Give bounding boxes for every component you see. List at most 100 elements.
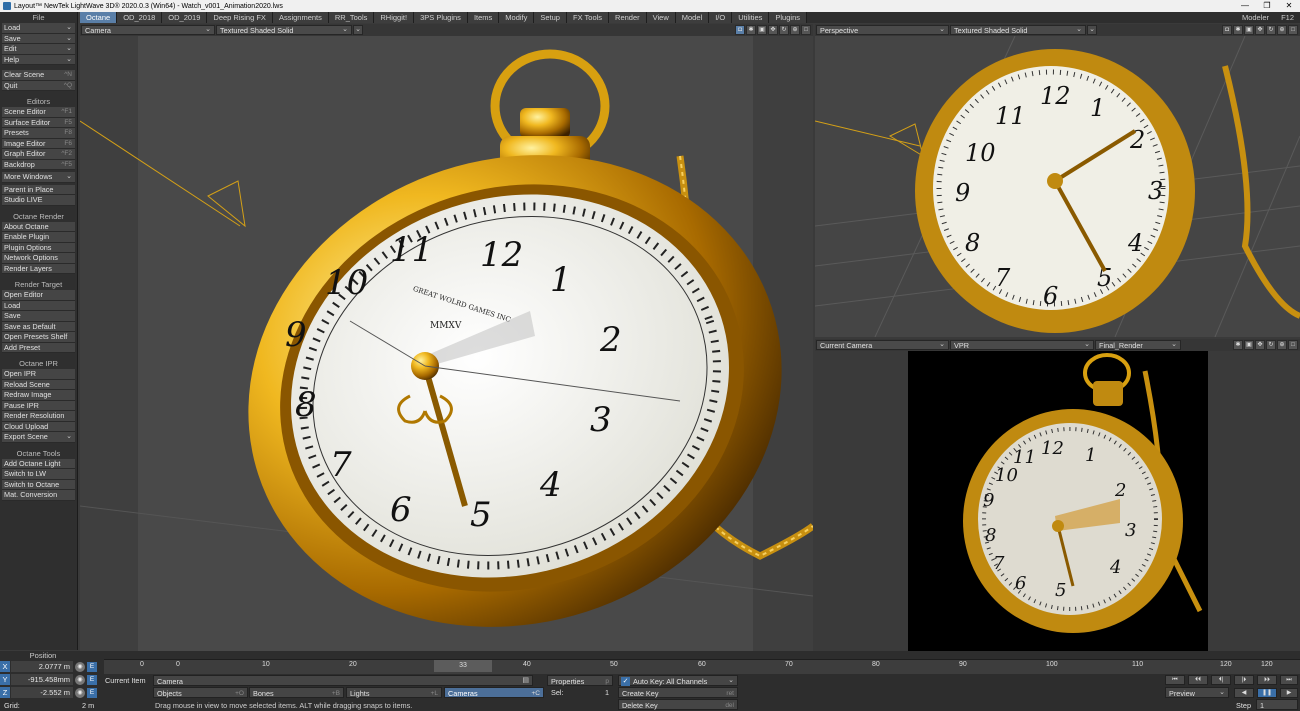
previous-key-icon[interactable]: ⏴⏴ <box>1188 675 1208 685</box>
preview-select[interactable]: Preview ⌄ <box>1165 687 1229 698</box>
modeler-label[interactable]: Modeler <box>1236 12 1275 23</box>
render-resolution-button[interactable]: Render Resolution <box>2 411 75 422</box>
tab-io[interactable]: I/O <box>709 12 733 23</box>
create-key-button[interactable]: Create Key ret <box>618 687 738 698</box>
move-icon[interactable]: ✥ <box>1255 340 1265 350</box>
lights-button[interactable]: Lights +L <box>346 687 442 698</box>
save-as-default-button[interactable]: Save as Default <box>2 321 75 332</box>
y-channel-toggle-icon[interactable]: ◉ <box>75 674 85 685</box>
tab-utilities[interactable]: Utilities <box>732 12 770 23</box>
rotate-icon[interactable]: ↻ <box>779 25 789 35</box>
save-menu-button[interactable]: Save ⌄ <box>2 33 75 44</box>
tab-od-2018[interactable]: OD_2018 <box>117 12 163 23</box>
y-envelope-button[interactable]: E <box>87 674 97 685</box>
tab-od-2019[interactable]: OD_2019 <box>162 12 208 23</box>
timeline-scrubber[interactable]: 0 0 10 20 30 40 50 60 70 80 90 100 110 1… <box>104 659 1300 674</box>
switch-to-lw-button[interactable]: Switch to LW <box>2 469 75 480</box>
edit-menu-button[interactable]: Edit ⌄ <box>2 44 75 55</box>
next-frame-icon[interactable]: |⏵ <box>1234 675 1254 685</box>
about-octane-button[interactable]: About Octane <box>2 221 75 232</box>
close-button[interactable]: ✕ <box>1278 0 1300 12</box>
zoom-icon[interactable]: ⊕ <box>1277 340 1287 350</box>
tab-model[interactable]: Model <box>675 12 710 23</box>
viewport-options-button[interactable]: ⌄ <box>1087 25 1097 35</box>
studio-live-button[interactable]: Studio LIVE <box>2 195 75 206</box>
zoom-icon[interactable]: ⊕ <box>1277 25 1287 35</box>
cloud-upload-button[interactable]: Cloud Upload <box>2 421 75 432</box>
quit-button[interactable]: Quit ^Q <box>2 80 75 91</box>
rotate-icon[interactable]: ↻ <box>1266 25 1276 35</box>
clear-scene-button[interactable]: Clear Scene ^N <box>2 70 75 81</box>
rt-save-button[interactable]: Save <box>2 311 75 322</box>
x-envelope-button[interactable]: E <box>87 661 97 672</box>
redraw-image-button[interactable]: Redraw Image <box>2 390 75 401</box>
shading-mode-select[interactable]: Textured Shaded Solid ⌄ <box>216 25 352 35</box>
play-reverse-icon[interactable]: ◀ <box>1234 688 1254 698</box>
current-item-select[interactable]: Camera ▤ <box>153 675 533 686</box>
zoom-icon[interactable]: ⊕ <box>790 25 800 35</box>
network-options-button[interactable]: Network Options <box>2 253 75 264</box>
properties-button[interactable]: Properties p <box>547 675 613 686</box>
tab-plugins[interactable]: Plugins <box>769 12 807 23</box>
camera-viewport[interactable]: Camera ⌄ Textured Shaded Solid ⌄ ⌄ ◘ ✱ ▣ ✥… <box>80 24 813 651</box>
rotate-icon[interactable]: ↻ <box>1266 340 1276 350</box>
tab-view[interactable]: View <box>646 12 676 23</box>
add-preset-button[interactable]: Add Preset <box>2 342 75 353</box>
plugin-options-button[interactable]: Plugin Options <box>2 242 75 253</box>
restore-button[interactable]: ❐ <box>1256 0 1278 12</box>
minimize-button[interactable]: — <box>1234 0 1256 12</box>
vpr-render-canvas[interactable]: 12 1 2 3 4 5 6 7 8 9 10 11 <box>815 351 1300 651</box>
position-z-field[interactable]: -2.552 m <box>11 687 73 698</box>
camera-icon[interactable]: ◘ <box>1222 25 1232 35</box>
perspective-viewport-canvas[interactable]: 12 1 2 3 4 5 6 7 8 9 10 11 <box>815 35 1300 337</box>
tab-octane[interactable]: Octane <box>80 12 118 23</box>
view-type-select[interactable]: Perspective ⌄ <box>816 25 949 35</box>
gear-icon[interactable]: ✱ <box>1233 25 1243 35</box>
z-channel-toggle-icon[interactable]: ◉ <box>75 687 85 698</box>
tab-setup[interactable]: Setup <box>534 12 567 23</box>
open-editor-button[interactable]: Open Editor <box>2 290 75 301</box>
enable-plugin-button[interactable]: Enable Plugin <box>2 232 75 243</box>
mat-conversion-button[interactable]: Mat. Conversion <box>2 490 75 501</box>
save-icon[interactable]: ▣ <box>1244 340 1254 350</box>
tab-rr-tools[interactable]: RR_Tools <box>328 12 375 23</box>
view-type-select[interactable]: Current Camera ⌄ <box>816 340 949 350</box>
timeline-end-frame[interactable]: 120 <box>1261 661 1273 668</box>
perspective-viewport[interactable]: Perspective ⌄ Textured Shaded Solid ⌄ ⌄ ◘ … <box>815 24 1300 337</box>
camera-icon[interactable]: ◘ <box>735 25 745 35</box>
go-to-end-icon[interactable]: ⏭ <box>1280 675 1298 685</box>
bones-button[interactable]: Bones +B <box>249 687 344 698</box>
move-icon[interactable]: ✥ <box>768 25 778 35</box>
shading-mode-select[interactable]: Textured Shaded Solid ⌄ <box>950 25 1086 35</box>
more-windows-button[interactable]: More Windows ⌄ <box>2 172 75 183</box>
maximize-icon[interactable]: □ <box>1288 340 1298 350</box>
open-presets-shelf-button[interactable]: Open Presets Shelf <box>2 332 75 343</box>
tab-deep-rising-fx[interactable]: Deep Rising FX <box>207 12 273 23</box>
tab-modify[interactable]: Modify <box>499 12 535 23</box>
current-frame-slider[interactable]: 33 <box>434 660 492 672</box>
render-layers-button[interactable]: Render Layers <box>2 263 75 274</box>
image-editor-button[interactable]: Image Editor F6 <box>2 138 75 149</box>
backdrop-button[interactable]: Backdrop ^F5 <box>2 159 75 170</box>
tab-rhiggit[interactable]: RHiggit! <box>374 12 415 23</box>
move-icon[interactable]: ✥ <box>1255 25 1265 35</box>
vpr-render-viewport[interactable]: Current Camera ⌄ VPR ⌄ Final_Render ⌄ ✱ ▣ ✥… <box>815 339 1300 651</box>
camera-viewport-canvas[interactable]: 12 1 2 3 4 5 6 7 8 9 10 11 GREAT WOLRD G… <box>80 36 813 651</box>
modeler-switch[interactable]: Modeler F12 <box>1235 12 1300 23</box>
step-field[interactable]: 1 <box>1256 699 1298 710</box>
position-x-field[interactable]: 2.0777 m <box>11 661 73 672</box>
switch-to-octane-button[interactable]: Switch to Octane <box>2 479 75 490</box>
maximize-icon[interactable]: □ <box>801 25 811 35</box>
gear-icon[interactable]: ✱ <box>1233 340 1243 350</box>
surface-editor-button[interactable]: Surface Editor F5 <box>2 117 75 128</box>
play-icon[interactable]: ▶ <box>1280 688 1298 698</box>
rt-load-button[interactable]: Load <box>2 300 75 311</box>
auto-key-select[interactable]: ✓ Auto Key: All Channels ⌄ <box>618 675 738 686</box>
pause-icon[interactable]: ❚❚ <box>1257 688 1277 698</box>
maximize-icon[interactable]: □ <box>1288 25 1298 35</box>
x-channel-toggle-icon[interactable]: ◉ <box>75 661 85 672</box>
pause-ipr-button[interactable]: Pause IPR <box>2 400 75 411</box>
checkbox-checked-icon[interactable]: ✓ <box>621 677 630 686</box>
scene-editor-button[interactable]: Scene Editor ^F1 <box>2 107 75 118</box>
view-type-select[interactable]: Camera ⌄ <box>81 25 215 35</box>
